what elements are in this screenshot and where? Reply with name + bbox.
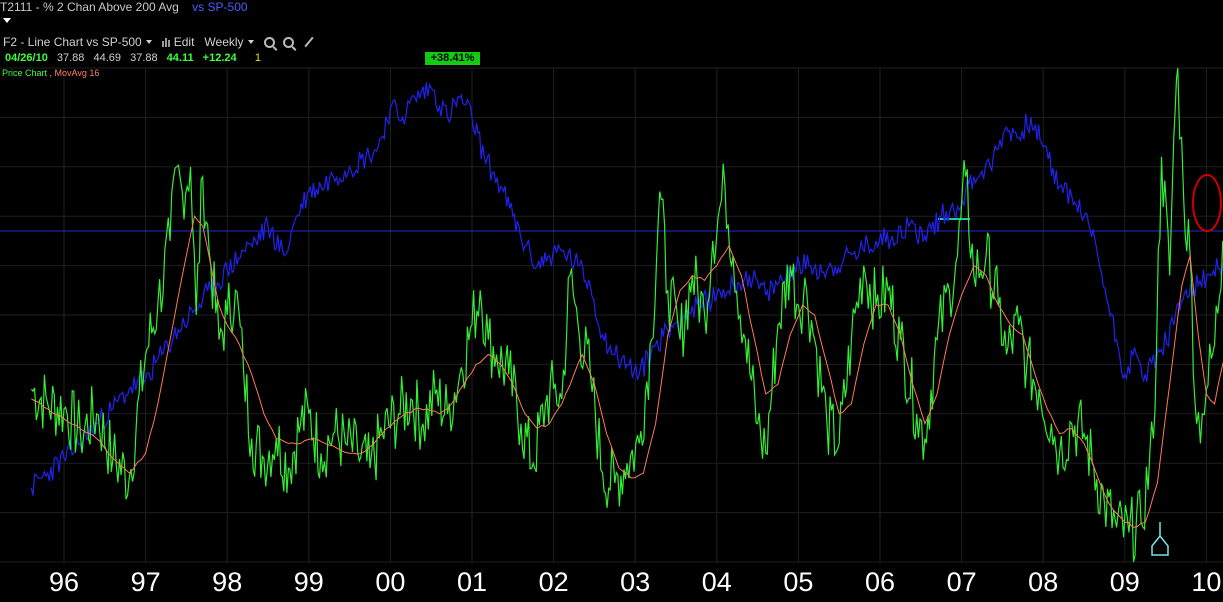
x-tick-label: 08 bbox=[1028, 567, 1058, 597]
sp500-line bbox=[30, 82, 1223, 496]
quote-high: 44.69 bbox=[93, 52, 122, 64]
x-tick-label: 97 bbox=[131, 567, 161, 597]
quote-close: 44.11 bbox=[166, 52, 194, 64]
vs-label: vs bbox=[192, 0, 205, 14]
legend-ma: MovAvg 16 bbox=[54, 68, 100, 78]
x-tick-label: 05 bbox=[783, 567, 813, 597]
legend-price: Price Chart bbox=[2, 68, 48, 78]
x-tick-label: 96 bbox=[49, 567, 79, 597]
quote-low: 37.88 bbox=[130, 52, 158, 64]
chevron-down-icon bbox=[145, 40, 152, 44]
edit-button[interactable]: Edit bbox=[161, 35, 195, 49]
symbol-label: T2111 bbox=[0, 0, 33, 14]
legend: Price Chart , MovAvg 16 bbox=[2, 68, 100, 78]
chart-selector-dropdown[interactable]: F2 - Line Chart vs SP-500 bbox=[3, 35, 152, 49]
period-selector-label: Weekly bbox=[204, 35, 244, 49]
percent-change-badge: +38.41% bbox=[425, 52, 480, 65]
x-tick-label: 06 bbox=[865, 567, 895, 597]
draw-pen-icon[interactable] bbox=[303, 36, 314, 48]
moving-average-line bbox=[31, 215, 1223, 528]
x-tick-label: 99 bbox=[294, 567, 324, 597]
x-tick-label: 01 bbox=[457, 567, 487, 597]
marker-arrow-icon bbox=[1151, 534, 1169, 556]
zoom-in-icon[interactable] bbox=[263, 36, 275, 48]
x-tick-label: 09 bbox=[1110, 567, 1140, 597]
title-separator: - bbox=[35, 0, 40, 14]
highlight-circle bbox=[1192, 174, 1222, 232]
x-tick-label: 07 bbox=[947, 567, 977, 597]
x-tick-label: 98 bbox=[212, 567, 242, 597]
zoom-out-icon[interactable] bbox=[282, 36, 294, 48]
chart-selector-label: F2 - Line Chart vs SP-500 bbox=[3, 35, 142, 49]
bar-chart-icon bbox=[161, 37, 170, 47]
gridlines bbox=[0, 67, 1223, 563]
x-tick-label: 02 bbox=[539, 567, 569, 597]
comparison-symbol: SP-500 bbox=[207, 0, 248, 14]
quote-change: +12.24 bbox=[202, 52, 237, 64]
quote-date: 04/26/10 bbox=[5, 52, 48, 64]
x-tick-label: 03 bbox=[620, 567, 650, 597]
chart-title-bar: T2111 - % 2 Chan Above 200 Avg vs SP-500 bbox=[0, 0, 248, 16]
edit-label: Edit bbox=[173, 35, 195, 49]
toolbar: F2 - Line Chart vs SP-500 Edit Weekly bbox=[3, 34, 320, 50]
quote-open: 37.88 bbox=[56, 52, 85, 64]
menu-dropdown-icon[interactable] bbox=[3, 18, 11, 23]
chart-canvas: 96 97 98 99 00 01 02 03 04 05 06 07 08 09 10 bbox=[0, 67, 1223, 597]
x-tick-label: 00 bbox=[375, 567, 405, 597]
period-selector-dropdown[interactable]: Weekly bbox=[204, 35, 254, 49]
quote-count: 1 bbox=[254, 52, 261, 64]
quote-line: 04/26/10 37.88 44.69 37.88 44.11 +12.24 … bbox=[5, 52, 267, 65]
x-tick-label: 10 bbox=[1191, 567, 1221, 597]
x-tick-label: 04 bbox=[702, 567, 732, 597]
chevron-down-icon bbox=[247, 40, 254, 44]
indicator-title: % 2 Chan Above 200 Avg bbox=[42, 0, 179, 14]
x-axis-labels: 96 97 98 99 00 01 02 03 04 05 06 07 08 09 10 bbox=[49, 567, 1221, 597]
